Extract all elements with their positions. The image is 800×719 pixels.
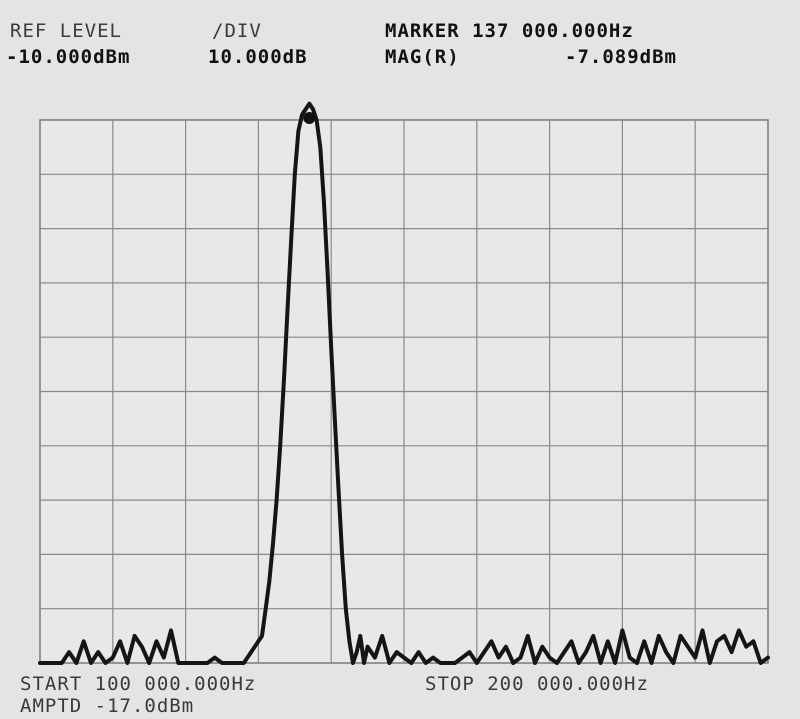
spectrum-plot	[38, 101, 770, 665]
plot-grid	[39, 119, 769, 664]
marker-dot	[303, 112, 316, 124]
